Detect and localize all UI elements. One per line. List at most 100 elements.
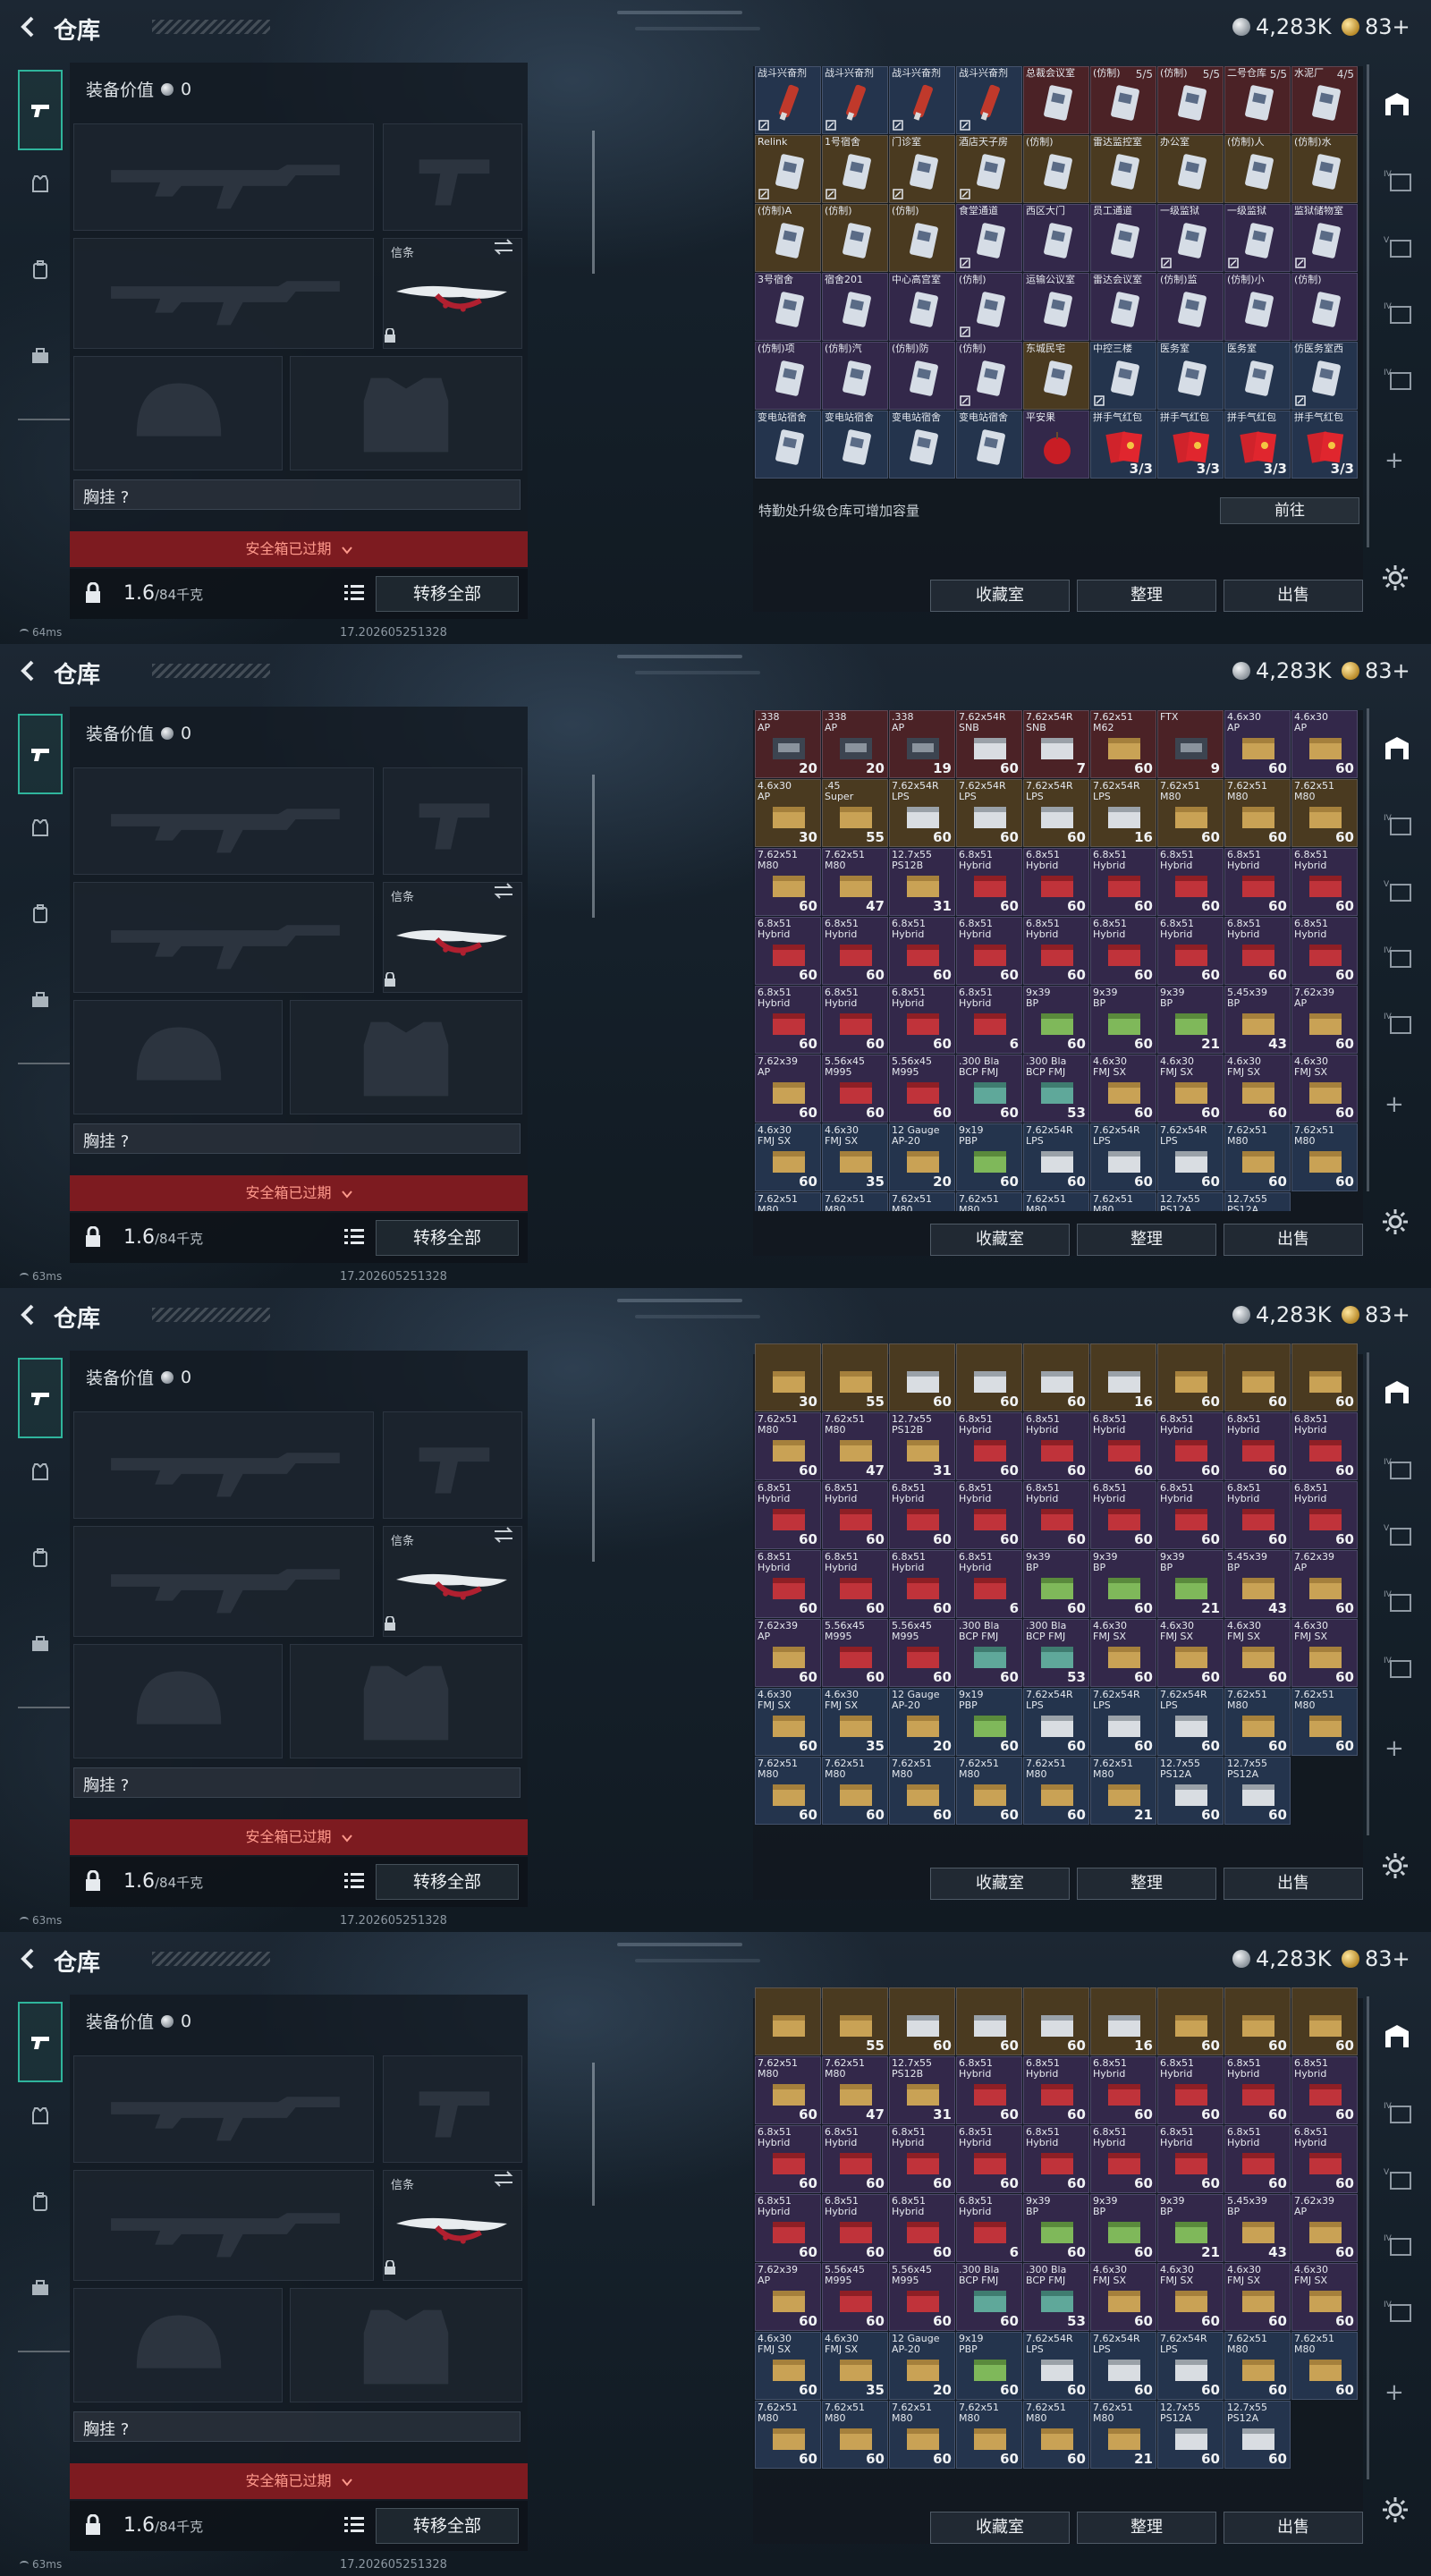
storage-item[interactable]: (仿制)A [755,204,821,272]
collection-room-button[interactable]: 收藏室 [930,1224,1070,1256]
rail-armor-tab[interactable] [18,1445,63,1499]
gold-currency[interactable]: 83+ [1342,658,1410,683]
storage-item[interactable]: 30 [755,1343,821,1411]
storage-item[interactable]: 7.62x51 M80 60 [1023,2401,1089,2469]
storage-item[interactable]: 二号仓库 5/5 [1224,66,1291,134]
storage-item[interactable]: 7.62x51 M80 60 [1291,779,1358,847]
secondary-weapon-slot[interactable] [73,238,374,349]
storage-item[interactable]: 7.62x51 M80 60 [1224,779,1291,847]
organize-button[interactable]: 整理 [1077,1224,1216,1256]
storage-item[interactable]: 6.8x51 Hybrid 60 [1291,2056,1358,2124]
storage-item[interactable]: 7.62x51 M80 [822,1192,888,1211]
storage-item[interactable]: 7.62x54R LPS 60 [1023,779,1089,847]
storage-item[interactable]: 7.62x51 M80 21 [1090,2401,1156,2469]
primary-weapon-slot[interactable] [73,2055,374,2163]
rail-warehouse-tab[interactable] [1376,80,1418,127]
storage-item[interactable]: 变电站宿舍 [822,411,888,479]
storage-item[interactable]: 6.8x51 Hybrid 60 [822,1481,888,1549]
storage-item[interactable]: 12 Gauge AP-20 20 [889,2332,955,2400]
storage-item[interactable]: 战斗兴奋剂 [755,66,821,134]
sell-button[interactable]: 出售 [1224,580,1363,612]
rail-storage-5-tab[interactable]: V [1376,1512,1418,1558]
storage-item[interactable]: 6.8x51 Hybrid 60 [889,986,955,1054]
storage-item[interactable]: 4.6x30 AP 60 [1224,710,1291,778]
storage-item[interactable]: 一级监狱 [1157,204,1224,272]
storage-item[interactable]: 5.56x45 M995 60 [889,2263,955,2331]
storage-item[interactable]: 6.8x51 Hybrid 60 [1224,848,1291,916]
storage-item[interactable]: (仿制) [1023,135,1089,203]
storage-item[interactable]: 5.56x45 M995 60 [889,1055,955,1123]
storage-item[interactable]: 6.8x51 Hybrid 60 [1291,1481,1358,1549]
melee-slot[interactable]: 信条 [383,882,522,993]
add-storage-icon[interactable]: + [1384,1737,1404,1760]
melee-slot[interactable]: 信条 [383,238,522,349]
list-icon[interactable] [343,1226,365,1246]
storage-item[interactable]: 7.62x51 M80 47 [822,2056,888,2124]
storage-item[interactable]: 7.62x54R SNB 7 [1023,710,1089,778]
storage-item[interactable]: 9x19 PBP 60 [956,1123,1022,1191]
gear-icon[interactable] [1381,1208,1410,1236]
storage-item[interactable]: 6.8x51 Hybrid 60 [1224,1412,1291,1480]
storage-item[interactable]: 4.6x30 FMJ SX 60 [1291,1055,1358,1123]
storage-item[interactable]: 雷达监控室 [1090,135,1156,203]
rail-storage-6-tab[interactable]: IV [1376,2222,1418,2268]
primary-weapon-slot[interactable] [73,1411,374,1519]
storage-item[interactable]: 7.62x51 M80 60 [1291,2332,1358,2400]
storage-item[interactable]: 7.62x51 M80 47 [822,848,888,916]
primary-weapon-slot[interactable] [73,123,374,231]
storage-item[interactable]: 3号宿舍 [755,273,821,341]
storage-item[interactable]: 监狱储物室 [1291,204,1358,272]
storage-item[interactable]: 6.8x51 Hybrid 60 [1023,848,1089,916]
storage-item[interactable]: 7.62x54R LPS 60 [1090,2332,1156,2400]
storage-item[interactable]: 9x39 BP 60 [1090,1550,1156,1618]
storage-item[interactable]: 4.6x30 FMJ SX 60 [1157,1619,1224,1687]
storage-item[interactable]: 7.62x51 M80 47 [822,1412,888,1480]
storage-item[interactable]: (仿制)监 [1157,273,1224,341]
rail-backpack-tab[interactable] [18,2175,63,2229]
secondary-weapon-slot[interactable] [73,1526,374,1637]
add-storage-icon[interactable]: + [1384,1093,1404,1116]
storage-item[interactable]: 60 [1224,1343,1291,1411]
storage-item[interactable]: 12.7x55 PS12B 31 [889,848,955,916]
pistol-slot[interactable] [383,1411,522,1519]
storage-item[interactable]: 7.62x51 M80 60 [1224,1123,1291,1191]
storage-item[interactable]: 60 [1291,1343,1358,1411]
rail-storage-4-tab[interactable]: IV [1376,1445,1418,1492]
rail-storage-7-tab[interactable]: IV [1376,2288,1418,2334]
storage-item[interactable]: 7.62x54R LPS 60 [889,779,955,847]
armor-slot[interactable] [290,1000,522,1114]
storage-item[interactable]: 4.6x30 FMJ SX 60 [1157,1055,1224,1123]
storage-item[interactable]: 变电站宿舍 [956,411,1022,479]
storage-item[interactable]: 7.62x51 M80 60 [1224,1688,1291,1756]
storage-item[interactable]: 6.8x51 Hybrid 60 [1023,2056,1089,2124]
storage-item[interactable]: 6.8x51 Hybrid 60 [889,1481,955,1549]
helmet-slot[interactable] [73,1644,283,1758]
safe-box-expired-banner[interactable]: 安全箱已过期 [70,2463,528,2499]
storage-item[interactable]: 5.56x45 M995 60 [822,1619,888,1687]
storage-item[interactable]: 6.8x51 Hybrid 60 [822,986,888,1054]
storage-item[interactable]: 6.8x51 Hybrid 60 [755,917,821,985]
storage-item[interactable]: 7.62x51 M62 60 [1090,710,1156,778]
collection-room-button[interactable]: 收藏室 [930,580,1070,612]
storage-item[interactable]: (仿制) [822,204,888,272]
equipment-scrollbar[interactable] [592,2063,595,2206]
rail-case-tab[interactable] [18,329,63,383]
storage-item[interactable]: 6.8x51 Hybrid 60 [1224,1481,1291,1549]
storage-item[interactable]: 7.62x51 M80 60 [755,1757,821,1825]
storage-item[interactable]: 9x39 BP 60 [1090,2194,1156,2262]
storage-item[interactable]: 4.6x30 FMJ SX 60 [1090,1055,1156,1123]
storage-item[interactable]: 12 Gauge AP-20 20 [889,1688,955,1756]
storage-item[interactable]: 9x39 BP 21 [1157,1550,1224,1618]
storage-item[interactable]: 拼手气红包 3/3 [1291,411,1358,479]
storage-item[interactable]: 7.62x51 M80 60 [1224,2332,1291,2400]
transfer-all-button[interactable]: 转移全部 [376,1220,519,1256]
storage-item[interactable]: 4.6x30 FMJ SX 60 [755,2332,821,2400]
storage-scrollbar[interactable] [1367,708,1369,1191]
storage-item[interactable]: .338 AP 20 [755,710,821,778]
storage-item[interactable]: 4.6x30 FMJ SX 60 [1224,1619,1291,1687]
storage-item[interactable]: .338 AP 20 [822,710,888,778]
storage-item[interactable]: 7.62x51 M80 60 [889,1757,955,1825]
goto-button[interactable]: 前往 [1220,497,1359,524]
storage-item[interactable]: 4.6x30 FMJ SX 60 [1224,1055,1291,1123]
rail-storage-5-tab[interactable]: V [1376,2156,1418,2202]
